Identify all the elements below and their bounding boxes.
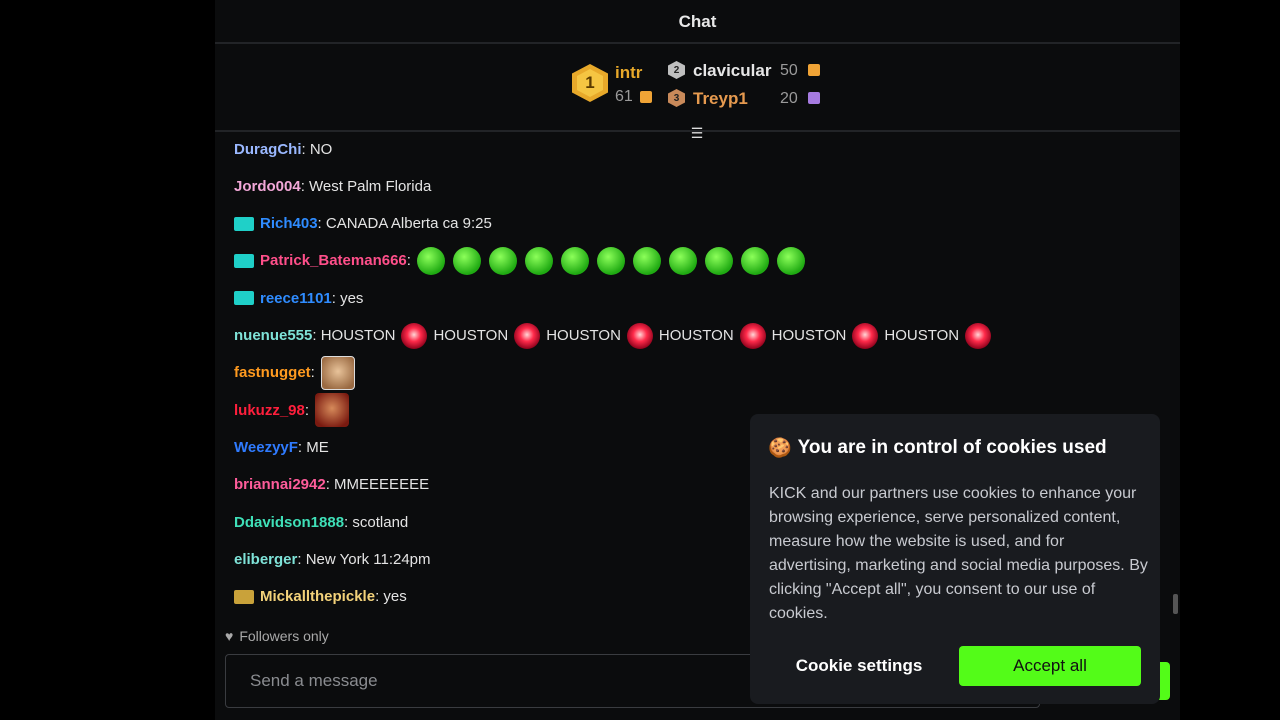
cookie-consent-dialog: 🍪 You are in control of cookies used KIC… xyxy=(750,414,1160,704)
accept-all-button[interactable]: Accept all xyxy=(959,646,1141,686)
chat-message-text: HOUSTON xyxy=(658,327,734,344)
green-emote-icon xyxy=(488,246,517,275)
badge-icon xyxy=(234,253,254,268)
badge-icon xyxy=(234,291,254,306)
chat-message: WeezyyF: ME xyxy=(234,432,329,462)
chat-message: lukuzz_98: xyxy=(234,393,350,428)
red-emote-icon xyxy=(626,322,653,349)
chat-message-text: : NO xyxy=(301,140,333,158)
chat-message-text: : xyxy=(310,364,315,382)
leaderboard-first-count: 61 xyxy=(615,88,633,105)
cookie-settings-button[interactable]: Cookie settings xyxy=(768,646,950,686)
chat-title: Chat xyxy=(678,12,717,31)
chat-username[interactable]: Jordo004 xyxy=(234,178,301,195)
green-emote-icon xyxy=(560,246,589,275)
chat-message-text: : ME xyxy=(297,438,329,456)
red-emote-icon xyxy=(965,322,992,349)
gift-icon xyxy=(808,64,820,76)
green-emote-icon xyxy=(596,246,625,275)
badge-icon xyxy=(234,216,254,231)
green-emote-icon xyxy=(632,246,661,275)
chat-message: Patrick_Bateman666: xyxy=(234,246,805,276)
chat-message: Rich403: CANADA Alberta ca 9:25 xyxy=(234,209,492,239)
gift-leaderboard: 1 intr 61 2 clavicular 50 3 Treyp1 20 xyxy=(215,46,1180,132)
chat-message-text: : MMEEEEEEE xyxy=(325,476,430,494)
chat-message-text: : New York 11:24pm xyxy=(297,550,431,568)
green-emote-icon xyxy=(416,246,445,275)
green-emote-icon xyxy=(704,246,733,275)
chat-username[interactable]: Mickallthepickle xyxy=(260,588,375,605)
face-emote-icon xyxy=(320,355,355,390)
cookie-dialog-body: KICK and our partners use cookies to enh… xyxy=(769,485,1148,622)
cookie-dialog-title: 🍪 You are in control of cookies used xyxy=(768,436,1107,460)
chat-message: DuragChi: NO xyxy=(234,134,332,164)
chat-message-text: : HOUSTON xyxy=(312,327,396,344)
red-emote-icon xyxy=(514,322,541,349)
cookie-title-text: You are in control of cookies used xyxy=(797,437,1107,458)
rank-1-number: 1 xyxy=(585,73,595,92)
rank-3-hexagon-icon: 3 xyxy=(668,89,685,107)
chat-username[interactable]: lukuzz_98 xyxy=(234,402,305,419)
red-emote-icon xyxy=(852,322,879,349)
leaderboard-second-count: 50 xyxy=(780,62,798,79)
chat-username[interactable]: briannai2942 xyxy=(234,476,326,493)
chat-username[interactable]: DuragChi xyxy=(234,141,302,158)
chat-message-text: HOUSTON xyxy=(546,327,621,344)
chat-message-text: HOUSTON xyxy=(884,327,960,344)
chat-message-text: : scotland xyxy=(344,513,409,531)
heart-icon: ♥ xyxy=(225,628,234,644)
gift-icon xyxy=(808,92,820,104)
rank-2-hexagon-icon: 2 xyxy=(668,61,685,79)
scrollbar-thumb[interactable] xyxy=(1173,594,1178,614)
green-emote-icon xyxy=(524,246,553,275)
chat-username[interactable]: WeezyyF xyxy=(234,439,298,456)
chat-message-text: : xyxy=(406,252,411,270)
chat-message-text: : xyxy=(304,401,310,419)
chat-message: briannai2942: MMEEEEEEE xyxy=(234,470,429,500)
chat-message: nuenue555: HOUSTON HOUSTON HOUSTON HOUSTON H… xyxy=(234,321,997,351)
face-emote-icon xyxy=(315,393,350,428)
chat-username[interactable]: eliberger xyxy=(234,551,297,568)
leaderboard-third-name[interactable]: Treyp1 xyxy=(693,89,748,109)
chat-message: Ddavidson1888: scotland xyxy=(234,507,408,537)
cookie-icon: 🍪 xyxy=(768,438,792,459)
chat-message: eliberger: New York 11:24pm xyxy=(234,544,431,574)
chat-message-text: : West Palm Florida xyxy=(300,177,432,195)
chat-message: reece1101: yes xyxy=(234,283,363,313)
chat-message: fastnugget: xyxy=(234,355,355,390)
leaderboard-third-count: 20 xyxy=(780,90,798,107)
chat-message-text: HOUSTON xyxy=(771,327,847,344)
green-emote-icon xyxy=(452,246,481,275)
chat-username[interactable]: Rich403 xyxy=(260,215,318,232)
green-emote-icon xyxy=(776,246,805,275)
chat-message-text: : yes xyxy=(331,289,364,307)
chat-username[interactable]: Patrick_Bateman666 xyxy=(260,252,407,269)
red-emote-icon xyxy=(401,322,428,349)
chat-username[interactable]: reece1101 xyxy=(260,290,332,307)
chat-username[interactable]: nuenue555 xyxy=(234,327,312,344)
chat-message-text: : yes xyxy=(375,588,407,606)
gift-icon xyxy=(640,91,652,103)
followers-only-label: Followers only xyxy=(239,628,329,644)
chat-message-text: : CANADA Alberta ca 9:25 xyxy=(317,215,492,233)
chat-message-text: HOUSTON xyxy=(433,327,509,344)
chat-username[interactable]: fastnugget xyxy=(234,364,311,381)
green-emote-icon xyxy=(668,246,697,275)
green-emote-icon xyxy=(740,246,769,275)
chat-message: Jordo004: West Palm Florida xyxy=(234,171,431,201)
chat-username[interactable]: Ddavidson1888 xyxy=(234,514,344,531)
screen: Chat 1 intr 61 2 clavicular 50 3 Treyp1 … xyxy=(0,0,1280,720)
leaderboard-first-name[interactable]: intr xyxy=(615,63,642,83)
chat-message: Mickallthepickle: yes xyxy=(234,582,407,612)
chat-header: Chat xyxy=(215,0,1180,44)
leaderboard-second-name[interactable]: clavicular xyxy=(693,61,771,81)
rank-1-hexagon-icon: 1 xyxy=(572,64,608,102)
followers-only-status: ♥ Followers only xyxy=(225,628,329,644)
red-emote-icon xyxy=(739,322,766,349)
gold-badge-icon xyxy=(234,589,254,604)
